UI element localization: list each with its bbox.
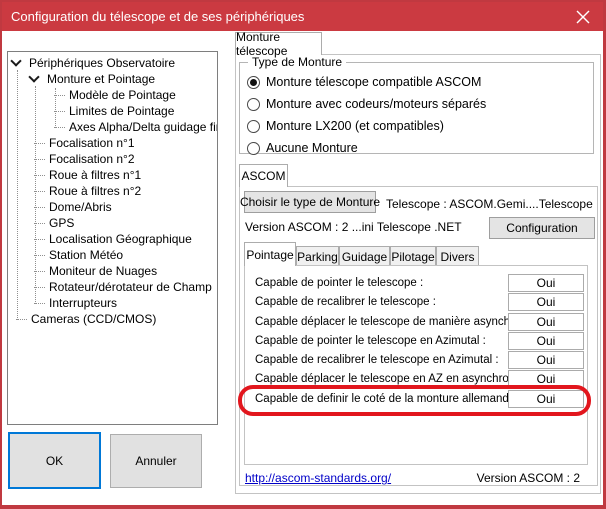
tree-item-label: Cameras (CCD/CMOS) bbox=[31, 312, 156, 326]
tree-item-station-meteo[interactable]: Station Météo bbox=[8, 247, 217, 263]
tree-item-label: Modèle de Pointage bbox=[69, 88, 176, 102]
radio-icon[interactable] bbox=[247, 98, 260, 111]
capability-row: Capable de pointer le telescope : Oui bbox=[245, 274, 587, 293]
capability-row: Capable de recalibrer le telescope en Az… bbox=[245, 351, 587, 370]
radio-label: Monture avec codeurs/moteurs séparés bbox=[266, 97, 486, 111]
tree-item-label: Monture et Pointage bbox=[47, 72, 155, 86]
capability-row: Capable de pointer le telescope en Azimu… bbox=[245, 332, 587, 351]
footer-ascom-version: Version ASCOM : 2 bbox=[477, 471, 580, 485]
tree-item-dome-abris[interactable]: Dome/Abris bbox=[8, 199, 217, 215]
tab-pointage[interactable]: Pointage bbox=[244, 242, 296, 266]
tree-item-roue-filtres-1[interactable]: Roue à filtres n°1 bbox=[8, 167, 217, 183]
radio-monture-lx200[interactable]: Monture LX200 (et compatibles) bbox=[247, 118, 486, 134]
capability-label: Capable de pointer le telescope en Azimu… bbox=[255, 335, 486, 347]
tree-item-gps[interactable]: GPS bbox=[8, 215, 217, 231]
tree-item-label: Focalisation n°2 bbox=[49, 152, 135, 166]
capability-value-field: Oui bbox=[508, 390, 584, 408]
radio-aucune-monture[interactable]: Aucune Monture bbox=[247, 140, 486, 156]
titlebar: Configuration du télescope et de ses pér… bbox=[2, 2, 603, 31]
pointage-page: Capable de pointer le telescope : Oui Ca… bbox=[244, 265, 588, 465]
tree-item-label: Localisation Géographique bbox=[49, 232, 192, 246]
tab-ascom[interactable]: ASCOM bbox=[239, 164, 288, 187]
capability-value-field: Oui bbox=[508, 313, 584, 331]
chevron-down-icon[interactable] bbox=[10, 55, 21, 66]
tree-guide-line bbox=[17, 70, 18, 320]
capability-label: Capable de recalibrer le telescope : bbox=[255, 296, 436, 308]
ascom-version-label: Version ASCOM : 2 ...ini Telescope .NET bbox=[245, 220, 462, 234]
tree-item-label: Station Météo bbox=[49, 248, 123, 262]
tree-item-label: Axes Alpha/Delta guidage fin bbox=[69, 120, 218, 134]
tree-item-cameras-ccd-cmos[interactable]: Cameras (CCD/CMOS) bbox=[8, 311, 217, 327]
radio-monture-ascom[interactable]: Monture télescope compatible ASCOM bbox=[247, 74, 486, 90]
capability-row: Capable déplacer le telescope en AZ en a… bbox=[245, 370, 587, 389]
capability-value-field: Oui bbox=[508, 370, 584, 388]
radio-label: Monture télescope compatible ASCOM bbox=[266, 75, 481, 89]
tab-monture-telescope[interactable]: Monture télescope bbox=[235, 32, 322, 55]
tab-divers[interactable]: Divers bbox=[436, 246, 479, 266]
radio-label: Aucune Monture bbox=[266, 141, 358, 155]
capability-label: Capable déplacer le telescope en AZ en a… bbox=[255, 373, 528, 385]
capability-row-highlighted: Capable de definir le coté de la monture… bbox=[245, 390, 587, 409]
capability-label: Capable de definir le coté de la monture… bbox=[255, 393, 522, 405]
tree-item-localisation-geographique[interactable]: Localisation Géographique bbox=[8, 231, 217, 247]
tree-item-roue-filtres-2[interactable]: Roue à filtres n°2 bbox=[8, 183, 217, 199]
tree-item-label: Interrupteurs bbox=[49, 296, 117, 310]
chevron-down-icon[interactable] bbox=[28, 71, 39, 82]
tree-item-label: Dome/Abris bbox=[49, 200, 112, 214]
tree-item-limites-de-pointage[interactable]: Limites de Pointage bbox=[8, 103, 217, 119]
tree-item-axes-guidage-fin[interactable]: Axes Alpha/Delta guidage fin bbox=[8, 119, 217, 135]
tree-guide-line bbox=[55, 88, 56, 128]
capability-label: Capable déplacer le telescope de manière… bbox=[255, 316, 540, 328]
tree-item-label: Focalisation n°1 bbox=[49, 136, 135, 150]
device-tree: Périphériques Observatoire Monture et Po… bbox=[7, 51, 218, 425]
tree-item-peripheriques-observatoire[interactable]: Périphériques Observatoire bbox=[8, 55, 217, 71]
tree-item-rotateur-champ[interactable]: Rotateur/dérotateur de Champ bbox=[8, 279, 217, 295]
radio-monture-codeurs[interactable]: Monture avec codeurs/moteurs séparés bbox=[247, 96, 486, 112]
tree-item-label: Roue à filtres n°1 bbox=[49, 168, 141, 182]
capability-value-field: Oui bbox=[508, 351, 584, 369]
radio-selected-icon[interactable] bbox=[247, 76, 260, 89]
capability-label: Capable de pointer le telescope : bbox=[255, 277, 423, 289]
tree-item-monture-et-pointage[interactable]: Monture et Pointage bbox=[8, 71, 217, 87]
capability-row: Capable de recalibrer le telescope : Oui bbox=[245, 293, 587, 312]
capability-value-field: Oui bbox=[508, 332, 584, 350]
tab-pilotage[interactable]: Pilotage bbox=[390, 246, 436, 266]
choose-mount-type-button[interactable]: Choisir le type de Monture bbox=[244, 191, 376, 213]
telescope-driver-label: Telescope : ASCOM.Gemi....Telescope bbox=[386, 197, 593, 211]
configuration-button[interactable]: Configuration bbox=[489, 217, 595, 239]
telescope-config-dialog: Configuration du télescope et de ses pér… bbox=[0, 0, 606, 509]
ok-button[interactable]: OK bbox=[8, 432, 101, 489]
close-button[interactable] bbox=[563, 2, 603, 31]
cancel-button[interactable]: Annuler bbox=[110, 434, 202, 488]
tree-item-label: GPS bbox=[49, 216, 74, 230]
ascom-standards-link[interactable]: http://ascom-standards.org/ bbox=[245, 471, 391, 485]
radio-label: Monture LX200 (et compatibles) bbox=[266, 119, 444, 133]
tree-item-modele-de-pointage[interactable]: Modèle de Pointage bbox=[8, 87, 217, 103]
tree-item-moniteur-de-nuages[interactable]: Moniteur de Nuages bbox=[8, 263, 217, 279]
close-icon bbox=[576, 10, 590, 24]
tree-item-label: Limites de Pointage bbox=[69, 104, 174, 118]
type-de-monture-group: Type de Monture Monture télescope compat… bbox=[239, 62, 594, 154]
capability-value-field: Oui bbox=[508, 293, 584, 311]
tree-guide-line bbox=[35, 86, 36, 304]
capability-row: Capable déplacer le telescope de manière… bbox=[245, 313, 587, 332]
tree-item-label: Moniteur de Nuages bbox=[49, 264, 157, 278]
capability-label: Capable de recalibrer le telescope en Az… bbox=[255, 354, 499, 366]
tree-item-label: Roue à filtres n°2 bbox=[49, 184, 141, 198]
tree-item-label: Rotateur/dérotateur de Champ bbox=[49, 280, 212, 294]
radio-icon[interactable] bbox=[247, 142, 260, 155]
tab-parking[interactable]: Parking bbox=[296, 246, 339, 266]
tab-guidage[interactable]: Guidage bbox=[339, 246, 390, 266]
tree-item-label: Périphériques Observatoire bbox=[29, 56, 175, 70]
tree-item-focalisation-2[interactable]: Focalisation n°2 bbox=[8, 151, 217, 167]
tree-item-focalisation-1[interactable]: Focalisation n°1 bbox=[8, 135, 217, 151]
window-title: Configuration du télescope et de ses pér… bbox=[2, 9, 304, 24]
tree-item-interrupteurs[interactable]: Interrupteurs bbox=[8, 295, 217, 311]
radio-icon[interactable] bbox=[247, 120, 260, 133]
capability-value-field: Oui bbox=[508, 274, 584, 292]
